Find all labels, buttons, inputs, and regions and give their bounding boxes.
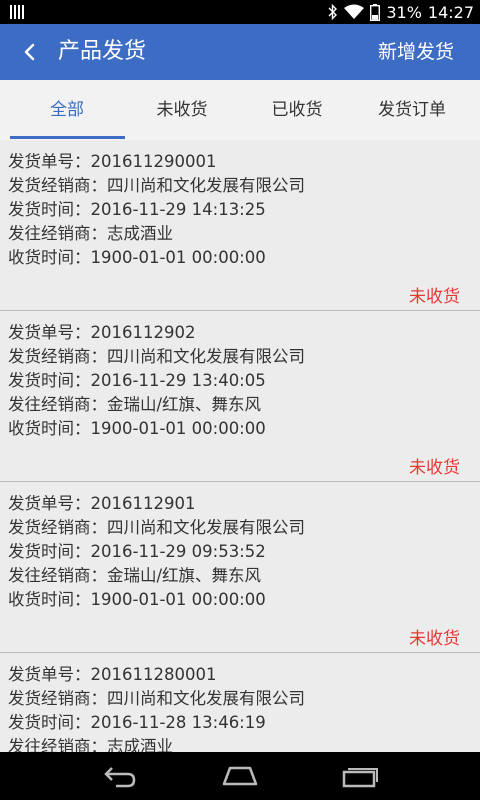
ship-time: 发货时间：2016-11-29 13:40:05 bbox=[8, 371, 266, 390]
shipment-list[interactable]: 发货单号：201611290001 发货经销商：四川尚和文化发展有限公司 发货时… bbox=[0, 140, 480, 752]
home-icon[interactable] bbox=[220, 762, 260, 790]
battery-icon bbox=[370, 3, 381, 21]
clock: 14:27 bbox=[427, 2, 474, 22]
shipping-dealer: 发货经销商：四川尚和文化发展有限公司 bbox=[8, 176, 305, 195]
chevron-left-icon[interactable] bbox=[16, 38, 44, 66]
shipment-card[interactable]: 发货单号：201611280001 发货经销商：四川尚和文化发展有限公司 发货时… bbox=[0, 653, 480, 752]
order-number: 发货单号：201611290001 bbox=[8, 152, 217, 171]
ship-time: 发货时间：2016-11-29 14:13:25 bbox=[8, 200, 266, 219]
wifi-icon bbox=[344, 4, 365, 19]
tab-shipment-orders[interactable]: 发货订单 bbox=[352, 80, 472, 140]
order-number: 发货单号：2016112901 bbox=[8, 494, 196, 513]
receive-time: 收货时间：1900-01-01 00:00:00 bbox=[8, 248, 266, 267]
shipping-dealer: 发货经销商：四川尚和文化发展有限公司 bbox=[8, 518, 305, 537]
receive-time: 收货时间：1900-01-01 00:00:00 bbox=[8, 590, 266, 609]
order-number: 发货单号：201611280001 bbox=[8, 665, 217, 684]
shipment-card[interactable]: 发货单号：2016112901 发货经销商：四川尚和文化发展有限公司 发货时间：… bbox=[0, 482, 480, 653]
status-badge: 未收货 bbox=[409, 458, 460, 478]
ship-time: 发货时间：2016-11-28 13:46:19 bbox=[8, 713, 266, 732]
app-bar: 产品发货 新增发货 bbox=[0, 24, 480, 80]
status-badge: 未收货 bbox=[409, 287, 460, 307]
battery-percent: 31% bbox=[386, 2, 422, 22]
shipping-dealer: 发货经销商：四川尚和文化发展有限公司 bbox=[8, 347, 305, 366]
tab-indicator bbox=[10, 136, 125, 139]
sim-card-icon bbox=[10, 5, 24, 19]
status-bar: 31% 14:27 bbox=[0, 0, 480, 24]
order-number: 发货单号：2016112902 bbox=[8, 323, 196, 342]
destination-dealer: 发往经销商：志成酒业 bbox=[8, 737, 173, 752]
recent-apps-icon[interactable] bbox=[340, 762, 380, 790]
add-shipment-button[interactable]: 新增发货 bbox=[378, 24, 454, 80]
shipping-dealer: 发货经销商：四川尚和文化发展有限公司 bbox=[8, 689, 305, 708]
back-icon[interactable] bbox=[100, 762, 140, 790]
destination-dealer: 发往经销商：金瑞山/红旗、舞东风 bbox=[8, 566, 262, 585]
destination-dealer: 发往经销商：志成酒业 bbox=[8, 224, 173, 243]
receive-time: 收货时间：1900-01-01 00:00:00 bbox=[8, 419, 266, 438]
shipment-card[interactable]: 发货单号：2016112902 发货经销商：四川尚和文化发展有限公司 发货时间：… bbox=[0, 311, 480, 482]
tab-received[interactable]: 已收货 bbox=[237, 80, 357, 140]
bluetooth-icon bbox=[328, 4, 338, 20]
navigation-bar bbox=[0, 752, 480, 800]
tab-unreceived[interactable]: 未收货 bbox=[122, 80, 242, 140]
tab-all[interactable]: 全部 bbox=[7, 80, 127, 140]
tab-bar: 全部 未收货 已收货 发货订单 bbox=[0, 80, 480, 140]
ship-time: 发货时间：2016-11-29 09:53:52 bbox=[8, 542, 266, 561]
status-badge: 未收货 bbox=[409, 629, 460, 649]
destination-dealer: 发往经销商：金瑞山/红旗、舞东风 bbox=[8, 395, 262, 414]
page-title: 产品发货 bbox=[58, 39, 147, 64]
shipment-card[interactable]: 发货单号：201611290001 发货经销商：四川尚和文化发展有限公司 发货时… bbox=[0, 140, 480, 311]
